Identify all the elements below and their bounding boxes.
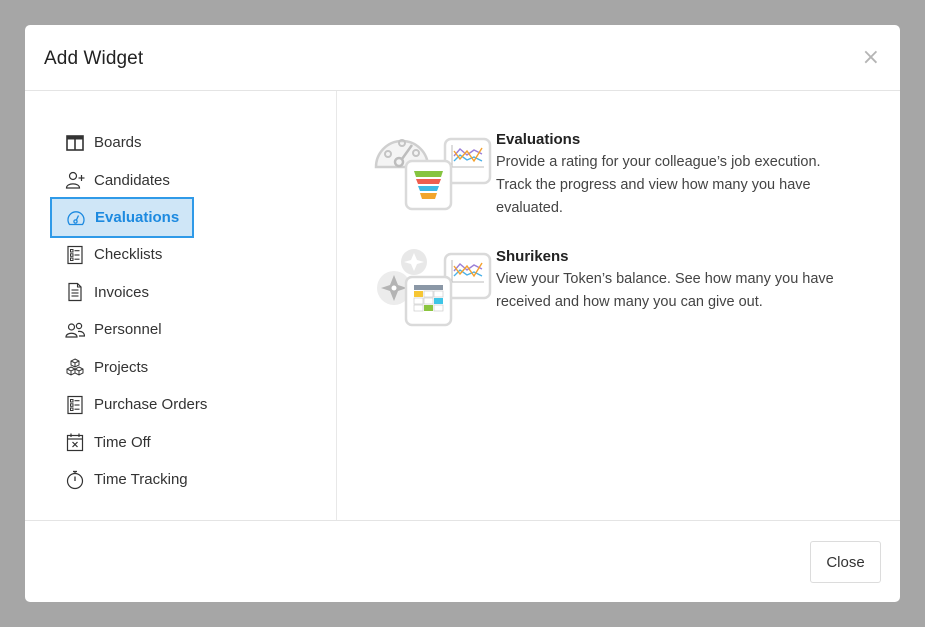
sidebar-item-label: Time Tracking bbox=[94, 471, 188, 489]
sidebar-item-label: Evaluations bbox=[95, 209, 180, 226]
shurikens-art bbox=[372, 248, 496, 332]
calendar-x-icon bbox=[65, 432, 85, 452]
gauge-icon bbox=[66, 208, 86, 228]
sidebar-item-time-off[interactable]: Time Off bbox=[25, 424, 336, 462]
stopwatch-icon bbox=[65, 470, 85, 490]
users-icon bbox=[65, 320, 85, 340]
user-plus-icon bbox=[65, 170, 85, 190]
sidebar-item-candidates[interactable]: Candidates bbox=[25, 162, 336, 200]
widget-shurikens[interactable]: Shurikens View your Token’s balance. See… bbox=[372, 248, 856, 332]
invoice-icon bbox=[65, 282, 85, 302]
modal-title: Add Widget bbox=[44, 48, 144, 69]
modal-body: Boards Candidates Evaluations Checklists bbox=[25, 91, 900, 521]
modal-header: Add Widget × bbox=[25, 25, 900, 91]
cubes-icon bbox=[65, 357, 85, 377]
widget-description: View your Token’s balance. See how many … bbox=[496, 271, 834, 310]
sidebar-item-purchase-orders[interactable]: Purchase Orders bbox=[25, 386, 336, 424]
widget-evaluations[interactable]: Evaluations Provide a rating for your co… bbox=[372, 131, 856, 220]
widget-category-sidebar: Boards Candidates Evaluations Checklists bbox=[25, 91, 337, 520]
sidebar-item-personnel[interactable]: Personnel bbox=[25, 311, 336, 349]
close-button[interactable]: Close bbox=[810, 541, 881, 583]
sidebar-item-label: Projects bbox=[94, 358, 149, 376]
checklist-icon bbox=[65, 245, 85, 265]
sidebar-item-label: Invoices bbox=[94, 283, 150, 301]
sidebar-item-invoices[interactable]: Invoices bbox=[25, 274, 336, 312]
sidebar-item-checklists[interactable]: Checklists bbox=[25, 236, 336, 274]
modal-footer: Close bbox=[25, 522, 900, 602]
close-icon[interactable]: × bbox=[862, 47, 880, 69]
board-icon bbox=[65, 133, 85, 153]
sidebar-item-label: Checklists bbox=[94, 246, 163, 264]
sidebar-item-projects[interactable]: Projects bbox=[25, 349, 336, 387]
sidebar-item-label: Boards bbox=[94, 134, 142, 152]
widget-title: Shurikens bbox=[496, 248, 569, 265]
purchase-order-icon bbox=[65, 395, 85, 415]
sidebar-item-label: Purchase Orders bbox=[94, 396, 208, 414]
evaluations-art bbox=[372, 131, 496, 215]
sidebar-item-boards[interactable]: Boards bbox=[25, 124, 336, 162]
widget-description: Provide a rating for your colleague’s jo… bbox=[496, 154, 821, 216]
sidebar-item-time-tracking[interactable]: Time Tracking bbox=[25, 461, 336, 499]
sidebar-item-evaluations[interactable]: Evaluations bbox=[50, 197, 194, 238]
add-widget-modal: Add Widget × Boards Candidates Evaluatio… bbox=[25, 25, 900, 602]
sidebar-item-label: Candidates bbox=[94, 171, 170, 189]
widget-title: Evaluations bbox=[496, 131, 581, 148]
widget-list: Evaluations Provide a rating for your co… bbox=[338, 91, 900, 520]
sidebar-item-label: Time Off bbox=[94, 433, 151, 451]
sidebar-item-label: Personnel bbox=[94, 321, 162, 339]
